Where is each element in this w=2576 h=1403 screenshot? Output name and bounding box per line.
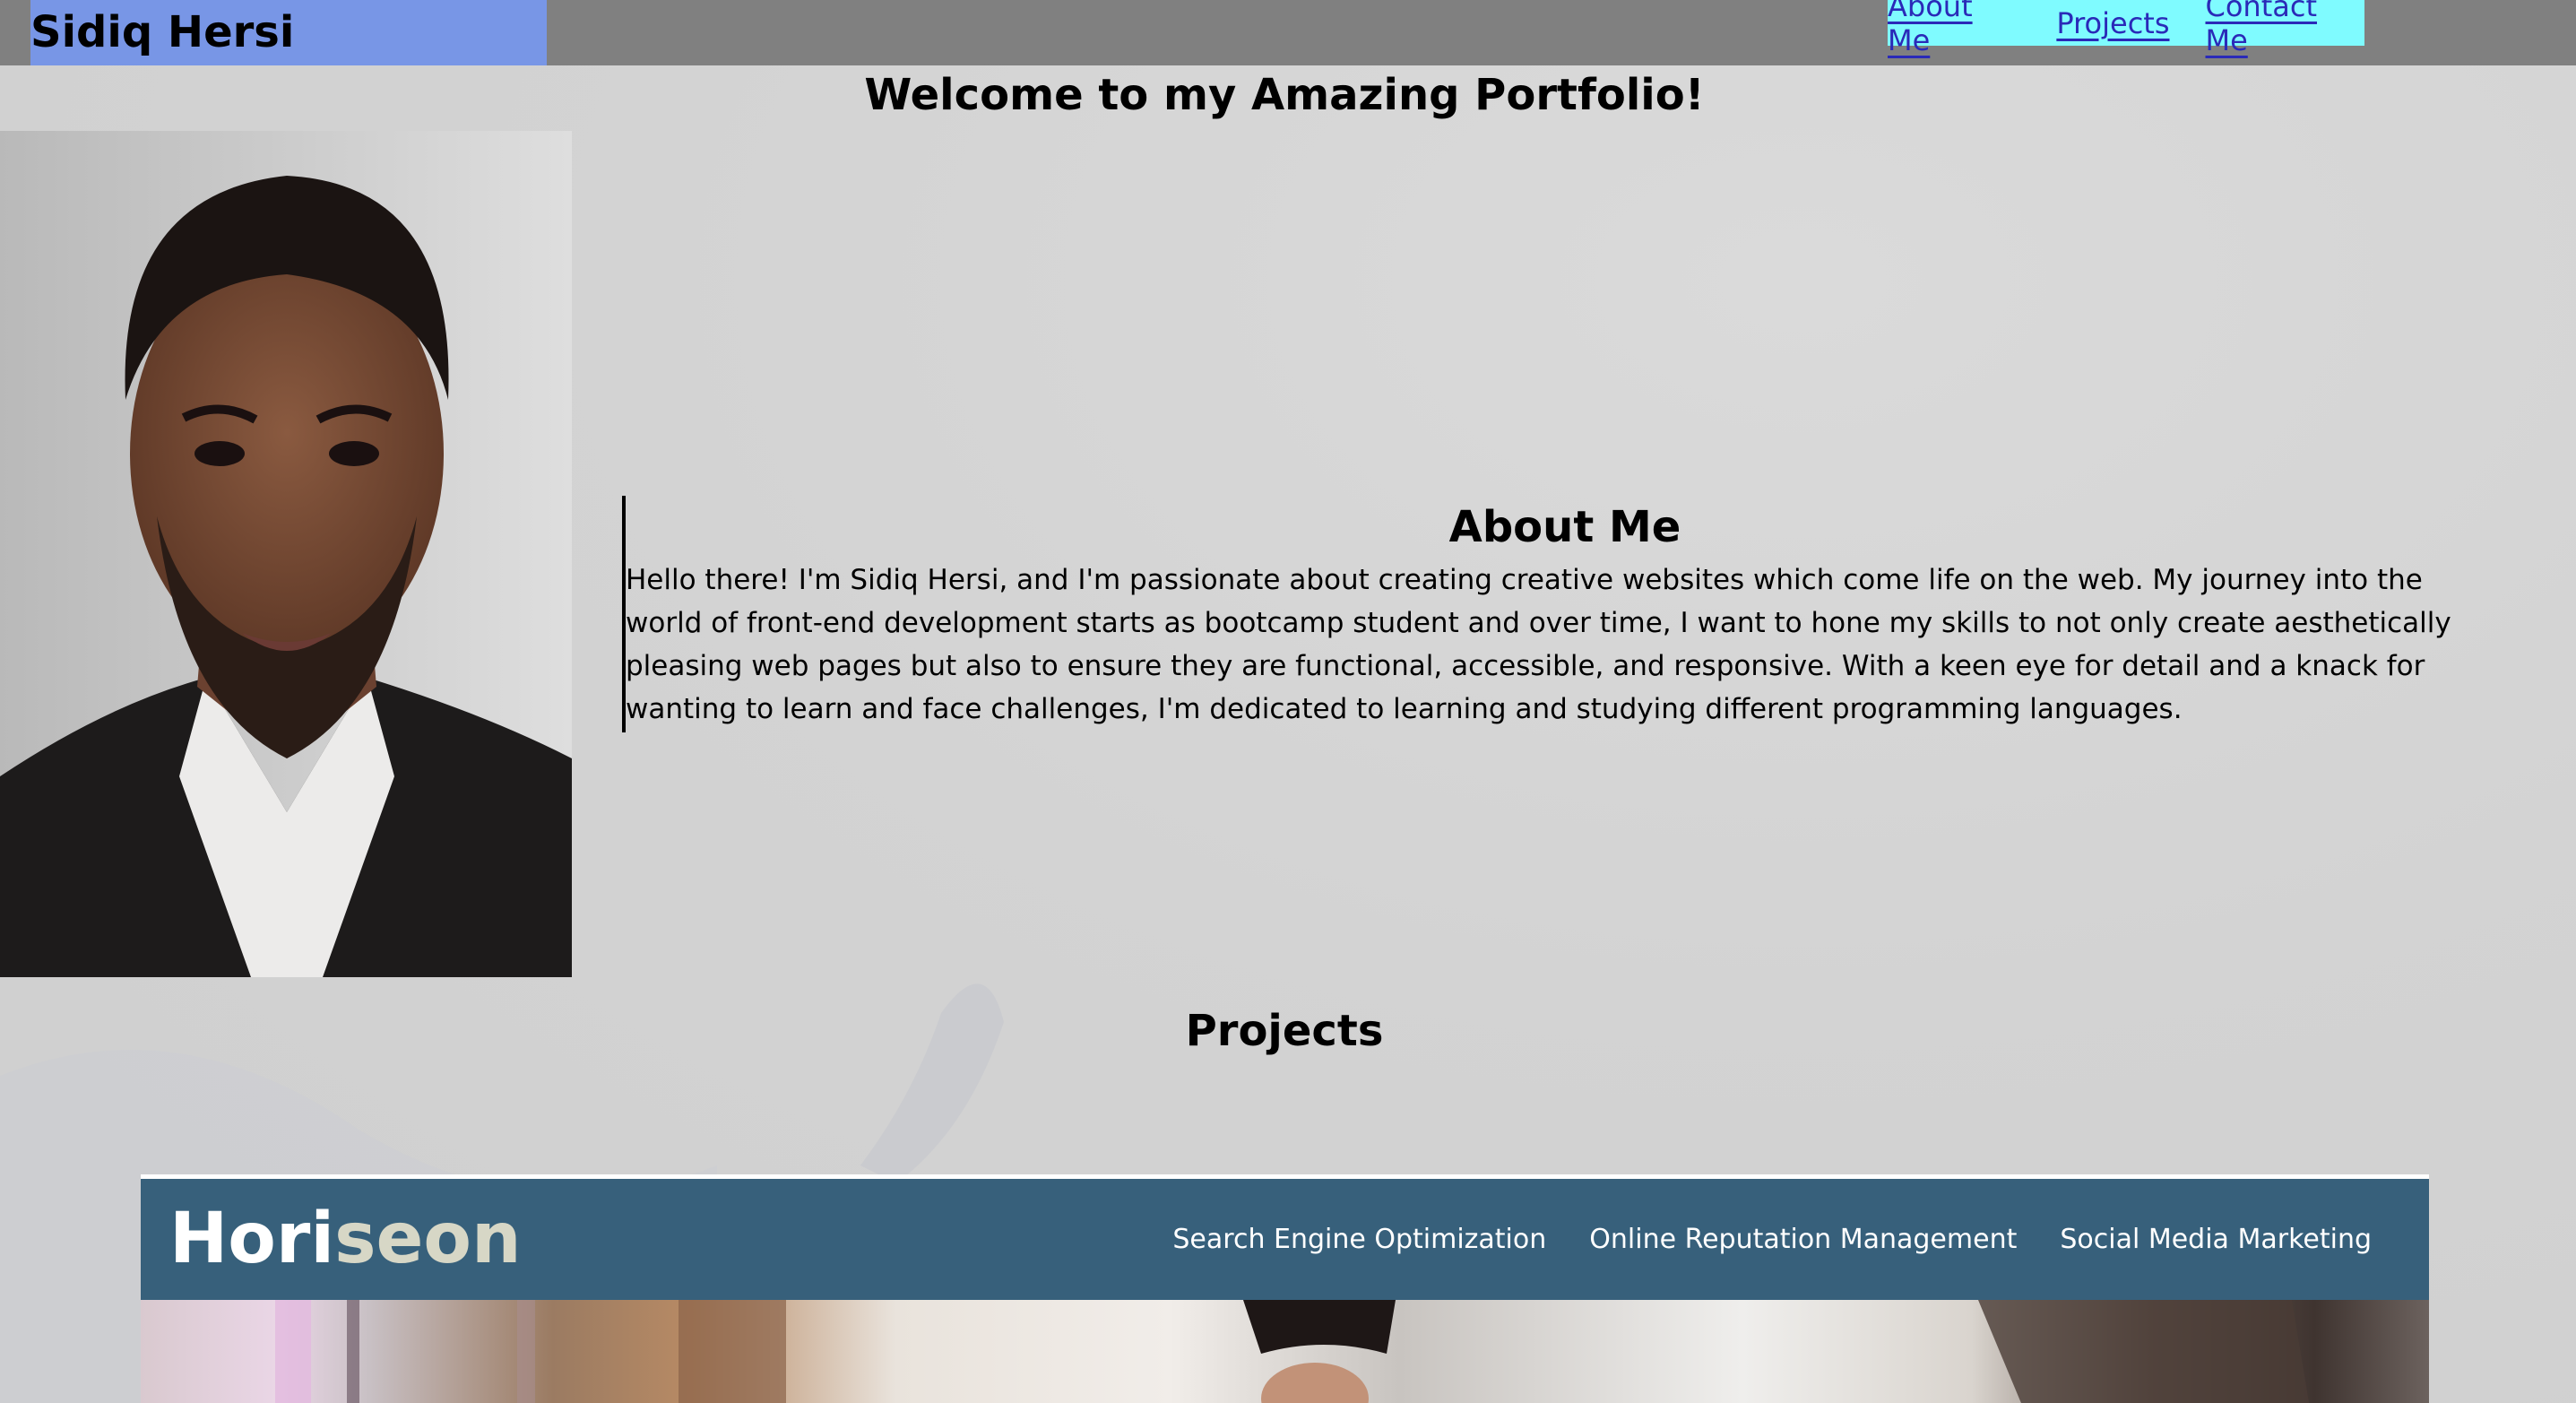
project-link-smm[interactable]: Social Media Marketing (2060, 1224, 2372, 1255)
project-link-seo[interactable]: Search Engine Optimization (1172, 1224, 1546, 1255)
nav-projects-link[interactable]: Projects (2056, 6, 2169, 40)
project-hero-image (141, 1300, 2429, 1403)
site-header: Sidiq Hersi About Me Projects Contact Me (0, 0, 2576, 65)
site-brand: Sidiq Hersi (30, 0, 547, 65)
about-body: Hello there! I'm Sidiq Hersi, and I'm pa… (626, 564, 2451, 725)
welcome-heading: Welcome to my Amazing Portfolio! (864, 70, 1705, 120)
project-horiseon-card[interactable]: Horiseon Search Engine Optimization Onli… (141, 1174, 2429, 1403)
nav-contact-me-link[interactable]: Contact Me (2206, 0, 2365, 57)
about-section: About Me Hello there! I'm Sidiq Hersi, a… (622, 496, 2504, 732)
project-preview-header: Horiseon Search Engine Optimization Onli… (141, 1179, 2429, 1300)
project-preview-nav: Search Engine Optimization Online Reputa… (1172, 1179, 2372, 1300)
nav-about-me-link[interactable]: About Me (1888, 0, 2020, 57)
project-link-orm[interactable]: Online Reputation Management (1589, 1224, 2017, 1255)
main-nav: About Me Projects Contact Me (1888, 0, 2364, 57)
about-heading: About Me (1448, 502, 1681, 552)
projects-heading: Projects (1185, 1006, 1384, 1056)
profile-photo (0, 131, 572, 977)
project-logo: Horiseon (169, 1199, 522, 1279)
